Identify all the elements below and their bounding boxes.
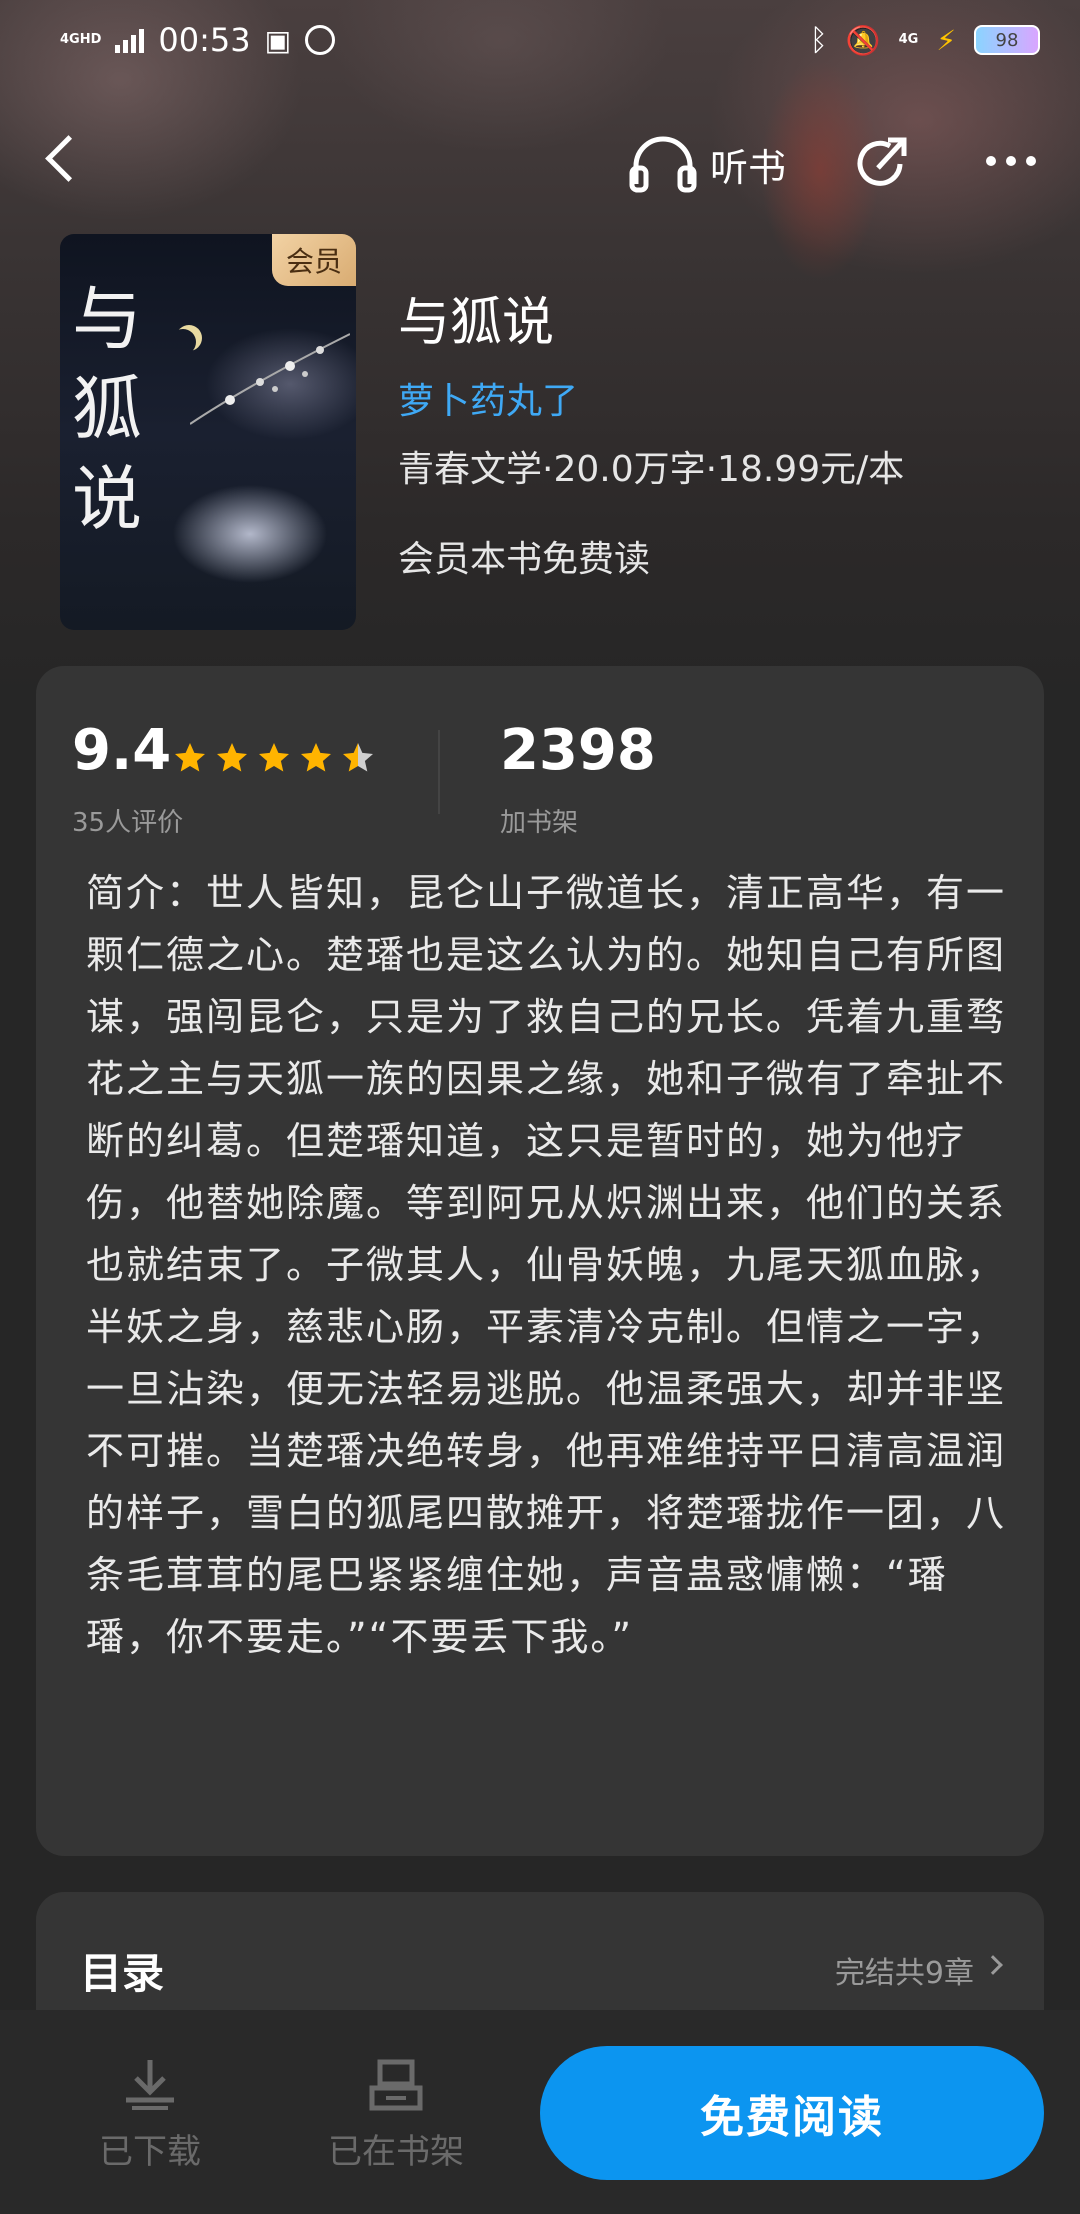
book-meta: 青春文学·20.0万字·18.99元/本 xyxy=(398,449,905,490)
listen-label: 听书 xyxy=(710,145,787,190)
star-icon xyxy=(217,743,247,772)
more-options-button[interactable] xyxy=(986,146,1046,176)
book-title: 与狐说 xyxy=(398,293,555,353)
shelf-count: 2398 xyxy=(500,718,656,783)
book-cover[interactable]: 与狐说 会员 xyxy=(60,234,356,630)
network-type-label: 4GHD xyxy=(60,32,102,47)
star-icon xyxy=(259,743,289,772)
toc-status: 完结共9章 xyxy=(834,1956,974,1991)
listen-button[interactable]: 听书 xyxy=(628,134,786,194)
back-button[interactable] xyxy=(40,130,80,190)
browser-icon xyxy=(305,25,336,55)
chevron-right-icon xyxy=(983,1955,1003,1975)
toc-title: 目录 xyxy=(80,1949,165,1998)
sim-icon: ▣ xyxy=(264,23,292,57)
signal-icon xyxy=(115,27,145,53)
status-time: 00:53 xyxy=(158,21,251,59)
book-author-link[interactable]: 萝卜药丸了 xyxy=(398,372,578,424)
headphones-icon xyxy=(629,136,697,193)
share-icon[interactable] xyxy=(852,134,912,194)
mute-icon: 🔕 xyxy=(845,23,881,57)
shelf-count-label: 加书架 xyxy=(500,808,579,838)
star-icon xyxy=(343,743,373,772)
book-info-card: 9.4 35人评价 2398 加书架 简介：世人皆知，昆仑山子微道长，清正高华，… xyxy=(36,666,1044,1856)
battery-level: 98 xyxy=(995,29,1019,51)
vip-badge: 会员 xyxy=(272,234,356,286)
download-icon xyxy=(126,2060,174,2110)
on-shelf-button[interactable]: 已在书架 xyxy=(296,2054,496,2173)
cover-blossom-branch xyxy=(190,333,350,425)
downloaded-button[interactable]: 已下载 xyxy=(50,2054,250,2173)
vip-free-note: 会员本书免费读 xyxy=(398,539,651,580)
downloaded-label: 已下载 xyxy=(99,2132,201,2172)
bottom-action-bar: 已下载 已在书架 免费阅读 xyxy=(0,2010,1080,2214)
bookshelf-icon xyxy=(369,2059,423,2111)
rating-score: 9.4 xyxy=(72,718,172,783)
star-icon xyxy=(175,743,205,772)
free-read-button[interactable]: 免费阅读 xyxy=(540,2046,1044,2180)
bluetooth-icon: ᛒ xyxy=(809,22,828,58)
top-nav: 听书 xyxy=(0,120,1080,204)
stats-divider xyxy=(438,730,440,814)
cover-title: 与狐说 xyxy=(72,278,142,540)
rating-stars xyxy=(172,740,376,776)
book-synopsis[interactable]: 简介：世人皆知，昆仑山子微道长，清正高华，有一颗仁德之心。楚璠也是这么认为的。她… xyxy=(86,862,1006,1668)
charging-icon: ⚡ xyxy=(936,23,956,57)
network-type-label-2: 4G xyxy=(898,32,919,47)
rating-count: 35人评价 xyxy=(72,808,184,838)
battery-icon: 98 xyxy=(974,25,1040,55)
on-shelf-label: 已在书架 xyxy=(328,2132,464,2172)
status-bar: 4GHD 00:53 ▣ ᛒ 🔕 4G ⚡ 98 xyxy=(0,0,1080,80)
star-icon xyxy=(301,743,331,772)
